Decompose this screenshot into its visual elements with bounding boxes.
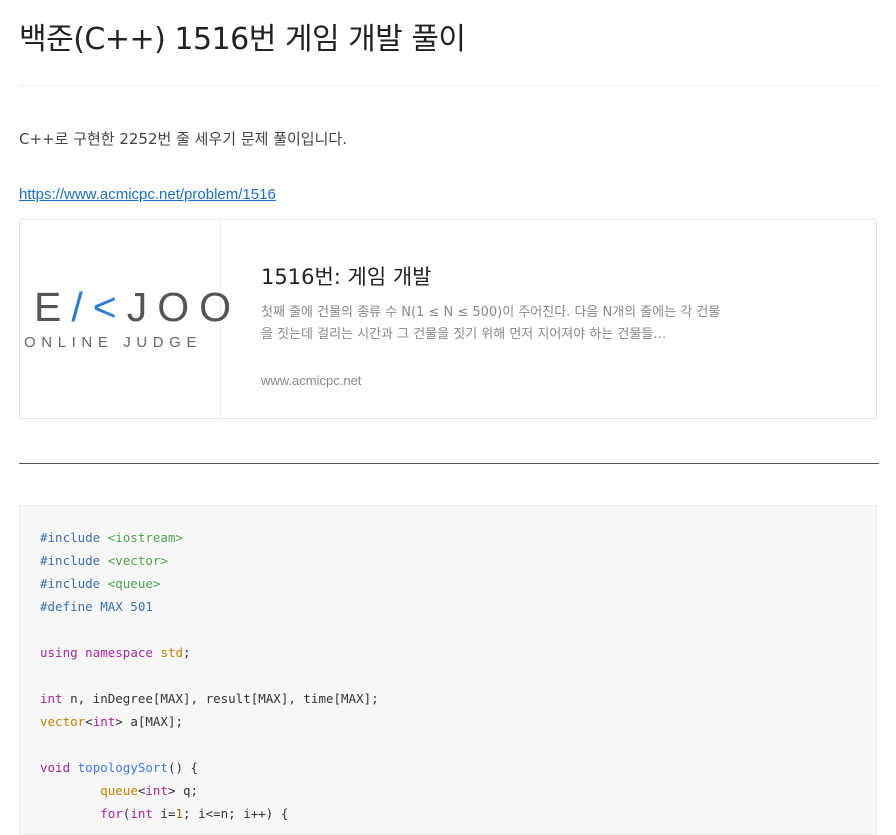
code-block[interactable]: #include <iostream> #include <vector> #inc… <box>19 505 877 835</box>
logo-subtitle: ONLINE JUDGE <box>24 334 203 351</box>
link-preview-card[interactable]: E/<JOO ONLINE JUDGE 1516번: 게임 개발 첫째 줄에 건… <box>19 219 877 419</box>
title-divider <box>19 85 879 86</box>
logo-text-left: E <box>34 284 72 330</box>
code-token: for <box>100 806 123 821</box>
code-token: 1 <box>175 806 184 821</box>
code-token: > a[MAX]; <box>115 714 183 729</box>
section-divider <box>19 463 879 464</box>
logo-text-right: JOO <box>126 284 241 330</box>
code-token: <vector> <box>107 553 168 568</box>
link-preview-thumbnail: E/<JOO ONLINE JUDGE <box>20 220 231 418</box>
code-token: int <box>40 691 63 706</box>
code-token: std <box>160 645 184 660</box>
code-token: queue <box>100 783 138 798</box>
code-token: > q; <box>167 783 199 798</box>
code-token: #include <box>40 553 108 568</box>
code-token: int <box>130 806 153 821</box>
code-line: for(int i=1; i<=n; i++) { <box>40 802 856 825</box>
code-line: #define MAX 501 <box>40 595 856 618</box>
post-intro: C++로 구현한 2252번 줄 세우기 문제 풀이입니다. <box>19 130 347 148</box>
code-line: using namespace std; <box>40 641 856 664</box>
code-token: namespace <box>85 645 153 660</box>
code-token: vector <box>40 714 86 729</box>
code-token: topologySort <box>77 760 168 775</box>
code-token: using <box>40 645 78 660</box>
code-line: #include <vector> <box>40 549 856 572</box>
code-token: int <box>145 783 168 798</box>
code-token: < <box>85 714 93 729</box>
code-line: vector<int> a[MAX]; <box>40 710 856 733</box>
code-line: void topologySort() { <box>40 756 856 779</box>
code-token: n, inDegree[MAX], result[MAX], time[MAX]… <box>62 691 379 706</box>
code-token: ; <box>183 645 191 660</box>
code-token: i= <box>152 806 176 821</box>
code-line: #include <queue> <box>40 572 856 595</box>
code-token: ; i<=n; i++) { <box>183 806 289 821</box>
code-token: #include <box>40 530 108 545</box>
post-title: 백준(C++) 1516번 게임 개발 풀이 <box>19 22 466 57</box>
code-token: #include <box>40 576 108 591</box>
problem-link[interactable]: https://www.acmicpc.net/problem/1516 <box>19 186 276 203</box>
code-line: int n, inDegree[MAX], result[MAX], time[… <box>40 687 856 710</box>
code-token: int <box>92 714 116 729</box>
code-line: #include <iostream> <box>40 526 856 549</box>
link-preview-description: 첫째 줄에 건물의 종류 수 N(1 ≤ N ≤ 500)이 주어진다. 다음 … <box>261 305 721 342</box>
code-token: <queue> <box>107 576 161 591</box>
code-token: <iostream> <box>107 530 183 545</box>
link-preview-title[interactable]: 1516번: 게임 개발 <box>261 261 431 291</box>
code-line: queue<int> q; <box>40 779 856 802</box>
code-token: () { <box>167 760 199 775</box>
logo-text-accent: /< <box>71 284 127 330</box>
baekjoon-logo: E/<JOO <box>34 284 241 331</box>
code-token: #define MAX 501 <box>40 599 153 614</box>
link-preview-host: www.acmicpc.net <box>261 373 362 388</box>
code-token: void <box>40 760 71 775</box>
